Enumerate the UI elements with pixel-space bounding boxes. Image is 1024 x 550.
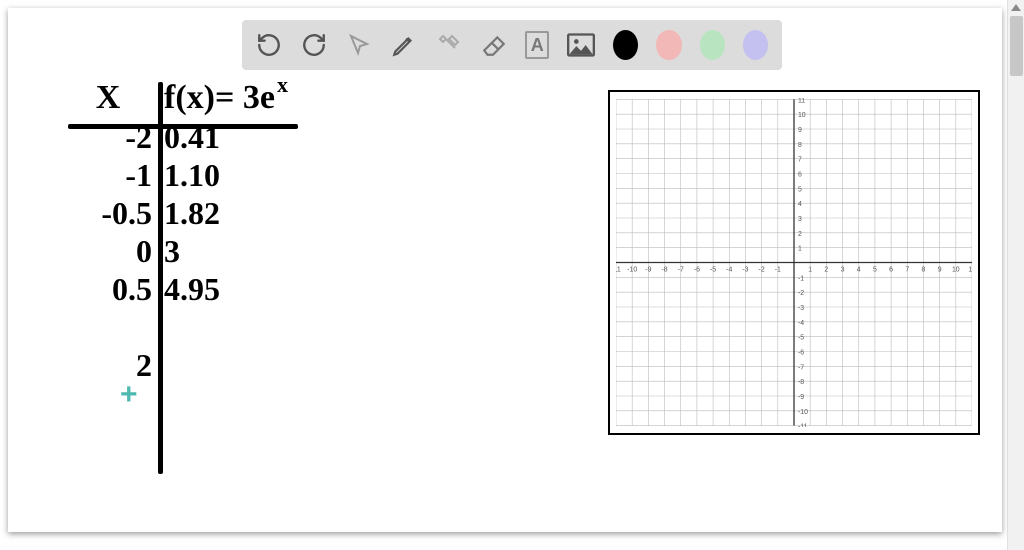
color-purple[interactable] xyxy=(743,30,768,60)
x-6: 2 xyxy=(58,346,158,384)
svg-text:4: 4 xyxy=(798,201,802,208)
svg-text:-2: -2 xyxy=(798,290,804,297)
color-green[interactable] xyxy=(700,30,725,60)
svg-text:4: 4 xyxy=(857,266,861,273)
drawing-toolbar: A xyxy=(242,20,782,70)
svg-text:-5: -5 xyxy=(710,266,716,273)
pencil-tool[interactable] xyxy=(391,29,418,61)
svg-text:3: 3 xyxy=(798,216,802,223)
svg-text:8: 8 xyxy=(922,266,926,273)
svg-text:-11: -11 xyxy=(798,424,808,427)
undo-button[interactable] xyxy=(256,29,283,61)
fx-4: 4.95 xyxy=(158,270,348,308)
x-0: -2 xyxy=(58,118,158,156)
fx-0: 0.41 xyxy=(158,118,348,156)
grid-svg: -11-10-9-8-7-6-5-4-3-2-11234567891011 -1… xyxy=(616,98,972,427)
svg-text:-9: -9 xyxy=(798,394,804,401)
svg-text:-10: -10 xyxy=(627,266,637,273)
svg-text:2: 2 xyxy=(798,231,802,238)
svg-text:-6: -6 xyxy=(798,349,804,356)
pointer-tool[interactable] xyxy=(346,29,373,61)
x-2: -0.5 xyxy=(58,194,158,232)
svg-text:-3: -3 xyxy=(798,305,804,312)
svg-text:7: 7 xyxy=(798,157,802,164)
svg-text:-6: -6 xyxy=(694,266,700,273)
graph-frame: -11-10-9-8-7-6-5-4-3-2-11234567891011 -1… xyxy=(608,90,980,435)
fx-label: f(x)= 3e xyxy=(164,79,275,116)
svg-text:2: 2 xyxy=(824,266,828,273)
fx-exponent: x xyxy=(277,72,288,97)
table-header-x: X xyxy=(58,78,158,118)
coordinate-grid[interactable]: -11-10-9-8-7-6-5-4-3-2-11234567891011 -1… xyxy=(616,98,972,427)
svg-text:-11: -11 xyxy=(616,266,621,273)
color-pink[interactable] xyxy=(656,30,681,60)
redo-button[interactable] xyxy=(301,29,328,61)
svg-text:6: 6 xyxy=(889,266,893,273)
eraser-tool[interactable] xyxy=(480,29,507,61)
svg-text:1: 1 xyxy=(798,246,802,253)
color-black[interactable] xyxy=(613,30,638,60)
fx-2: 1.82 xyxy=(158,194,348,232)
fx-1: 1.10 xyxy=(158,156,348,194)
svg-text:7: 7 xyxy=(905,266,909,273)
svg-text:11: 11 xyxy=(798,98,805,104)
svg-text:-4: -4 xyxy=(726,266,732,273)
svg-text:8: 8 xyxy=(798,142,802,149)
fx-3: 3 xyxy=(158,232,348,270)
svg-text:-2: -2 xyxy=(759,266,765,273)
svg-text:-7: -7 xyxy=(678,266,684,273)
svg-text:9: 9 xyxy=(938,266,942,273)
svg-text:10: 10 xyxy=(798,112,806,119)
fx-6 xyxy=(158,346,348,384)
tools-button[interactable] xyxy=(435,29,462,61)
svg-text:-8: -8 xyxy=(798,379,804,386)
svg-text:-9: -9 xyxy=(645,266,651,273)
svg-text:5: 5 xyxy=(798,186,802,193)
svg-text:10: 10 xyxy=(952,266,960,273)
svg-text:-1: -1 xyxy=(775,266,781,273)
svg-text:1: 1 xyxy=(808,266,812,273)
svg-text:-7: -7 xyxy=(798,364,804,371)
svg-text:9: 9 xyxy=(798,127,802,134)
svg-text:-8: -8 xyxy=(661,266,667,273)
svg-text:-4: -4 xyxy=(798,320,804,327)
svg-text:-1: -1 xyxy=(798,275,804,282)
x-3: 0 xyxy=(58,232,158,270)
table-header-fx: f(x)= 3ex xyxy=(158,78,348,118)
whiteboard-stage[interactable]: A X f(x)= 3ex -2 0.41 -1 1.10 -0.5 1.82 … xyxy=(8,8,1002,532)
svg-text:6: 6 xyxy=(798,171,802,178)
svg-text:5: 5 xyxy=(873,266,877,273)
svg-text:-10: -10 xyxy=(798,409,808,416)
svg-text:-3: -3 xyxy=(742,266,748,273)
fx-5 xyxy=(158,308,348,346)
x-5: 1 xyxy=(58,308,158,346)
handwritten-table: X f(x)= 3ex -2 0.41 -1 1.10 -0.5 1.82 0 … xyxy=(58,78,368,498)
svg-text:11: 11 xyxy=(968,266,972,273)
x-1: -1 xyxy=(58,156,158,194)
text-tool[interactable]: A xyxy=(525,31,549,59)
x-4: 0.5 xyxy=(58,270,158,308)
svg-text:3: 3 xyxy=(841,266,845,273)
svg-text:-5: -5 xyxy=(798,335,804,342)
image-tool[interactable] xyxy=(567,29,595,61)
vertical-scrollbar[interactable] xyxy=(1007,0,1024,550)
